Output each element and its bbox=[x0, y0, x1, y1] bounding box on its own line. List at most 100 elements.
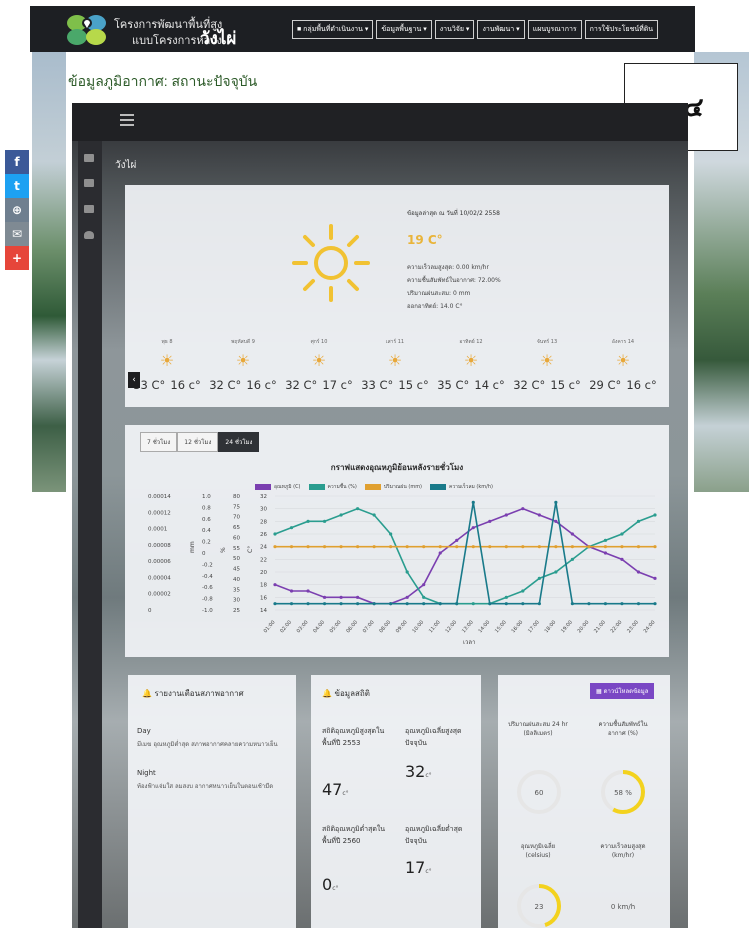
nav-research[interactable]: งานวิจัย ▾ bbox=[434, 20, 475, 39]
axis-tick-label: -0.6 bbox=[202, 585, 213, 591]
nav-basic-data[interactable]: ข้อมูลพื้นฐาน ▾ bbox=[376, 20, 432, 39]
nav-integration-plan[interactable]: แผนบูรณาการ bbox=[527, 20, 582, 39]
x-tick-label: 15:00 bbox=[494, 619, 508, 634]
link-icon[interactable]: ⊕ bbox=[5, 198, 29, 222]
axis-tick-label: 26 bbox=[260, 532, 267, 538]
data-point bbox=[504, 595, 508, 599]
tab-24-hours[interactable]: 24 ชั่วโมง bbox=[218, 432, 260, 452]
axis-title: % bbox=[220, 547, 227, 553]
background-landscape-left bbox=[32, 52, 66, 492]
forecast-day: อาทิตย์ 12 ☀ 35 C° 14 c° bbox=[434, 338, 508, 393]
calendar-icon[interactable] bbox=[84, 205, 94, 213]
data-point bbox=[389, 545, 393, 549]
forecast-low: 17 c° bbox=[322, 378, 353, 392]
axis-tick-label: 75 bbox=[233, 504, 240, 510]
data-point bbox=[356, 507, 360, 511]
data-point bbox=[322, 602, 327, 606]
unit-label: c° bbox=[342, 790, 349, 797]
unit-label: c° bbox=[425, 868, 432, 875]
site-name[interactable]: วังไผ่ bbox=[200, 25, 236, 52]
axis-tick-label: 20 bbox=[260, 570, 267, 576]
axis-tick-label: 70 bbox=[233, 515, 240, 521]
data-point bbox=[537, 545, 541, 549]
page-title: ข้อมูลภูมิอากาศ: สถานะปัจจุบัน bbox=[68, 73, 258, 89]
data-point bbox=[455, 538, 459, 542]
data-point bbox=[322, 519, 327, 523]
data-point bbox=[306, 602, 310, 606]
dashboard-sidebar bbox=[78, 141, 102, 928]
forecast-day: เสาร์ 11 ☀ 33 C° 15 c° bbox=[358, 338, 432, 393]
home-icon[interactable] bbox=[84, 154, 94, 162]
data-point bbox=[273, 532, 277, 536]
data-point bbox=[339, 595, 343, 599]
axis-tick-label: 14 bbox=[260, 608, 267, 614]
stats-title: 🔔 ข้อมูลสถิติ bbox=[322, 689, 370, 698]
forecast-high: 35 C° bbox=[437, 378, 470, 392]
hourly-chart: 0.00014 0.00012 0.0001 0.00008 0.00006 0.0000… bbox=[148, 494, 657, 646]
axis-tick-label: 0.00002 bbox=[148, 592, 171, 598]
data-point bbox=[289, 526, 294, 530]
forecast-day-name: ศุกร์ 10 bbox=[310, 339, 328, 345]
data-point bbox=[339, 545, 343, 549]
carousel-prev-button[interactable]: ‹ bbox=[128, 372, 140, 388]
user-icon[interactable] bbox=[84, 231, 94, 239]
data-point bbox=[455, 602, 459, 606]
download-data-button[interactable]: ▦ ดาวน์โหลดข้อมูล bbox=[590, 683, 655, 699]
nav-area-groups[interactable]: ■ กลุ่มพื้นที่ดำเนินงาน ▾ bbox=[292, 20, 374, 39]
tab-7-hours[interactable]: 7 ชั่วโมง bbox=[140, 432, 178, 452]
twitter-icon[interactable]: t bbox=[5, 174, 29, 198]
forecast-low: 16 c° bbox=[246, 378, 277, 392]
sunny-icon: ☀ bbox=[463, 351, 479, 370]
sunny-icon: ☀ bbox=[235, 351, 251, 370]
forecast-day-name: อาทิตย์ 12 bbox=[459, 339, 483, 345]
x-tick-label: 21:00 bbox=[593, 619, 607, 634]
data-point bbox=[389, 532, 393, 536]
nav-development[interactable]: งานพัฒนา ▾ bbox=[477, 20, 525, 39]
axis-tick-label: 18 bbox=[260, 583, 267, 589]
x-tick-label: 01:00 bbox=[263, 619, 277, 634]
forecast-low: 15 c° bbox=[398, 378, 429, 392]
logo-icon[interactable] bbox=[64, 12, 110, 46]
humidity-text: ความชื้นสัมพัทธ์ในอากาศ: 72.00% bbox=[407, 277, 501, 284]
rain-gauge-value: 60 bbox=[534, 789, 544, 797]
table-icon[interactable] bbox=[84, 179, 94, 187]
forecast-day-name: อังคาร 14 bbox=[611, 339, 635, 345]
min-record-number: 0 bbox=[322, 875, 333, 894]
data-point bbox=[422, 583, 426, 587]
data-point bbox=[587, 602, 591, 606]
forecast-day: ศุกร์ 10 ☀ 32 C° 17 c° bbox=[282, 338, 356, 393]
x-tick-label: 10:00 bbox=[411, 619, 425, 634]
data-point bbox=[603, 551, 608, 555]
data-point bbox=[455, 545, 459, 549]
data-point bbox=[289, 589, 294, 593]
data-point bbox=[339, 513, 343, 517]
wind-gauge-value: 0 km/h bbox=[610, 903, 636, 911]
tab-12-hours[interactable]: 12 ชั่วโมง bbox=[177, 432, 219, 452]
data-point bbox=[438, 545, 442, 549]
last-updated-text: ข้อมูลล่าสุด ณ วันที่ 10/02/2 2558 bbox=[407, 210, 500, 217]
data-point bbox=[306, 519, 310, 523]
data-point bbox=[554, 570, 558, 574]
data-point bbox=[570, 602, 574, 606]
data-point bbox=[488, 602, 492, 606]
data-point bbox=[322, 595, 327, 599]
email-icon[interactable]: ✉ bbox=[5, 222, 29, 246]
nav-land-use[interactable]: การใช้ประโยชน์ที่ดิน bbox=[584, 20, 659, 39]
x-tick-label: 18:00 bbox=[544, 619, 558, 634]
more-share-icon[interactable]: + bbox=[5, 246, 29, 270]
axis-tick-label: 22 bbox=[260, 557, 267, 563]
sunny-icon: ☀ bbox=[311, 351, 327, 370]
data-point bbox=[537, 513, 541, 517]
day-label: Day bbox=[137, 727, 151, 735]
night-forecast-text: ท้องฟ้าแจ่มใส ลมสงบ อากาศหนาวเย็นในตอนเช… bbox=[137, 783, 274, 790]
data-point bbox=[356, 545, 360, 549]
data-point bbox=[554, 500, 558, 504]
max-current-label: อุณหภูมิเฉลี่ยสูงสุดปัจจุบัน bbox=[405, 727, 462, 747]
menu-icon[interactable] bbox=[120, 114, 134, 128]
data-point bbox=[570, 532, 574, 536]
main-nav: ■ กลุ่มพื้นที่ดำเนินงาน ▾ ข้อมูลพื้นฐาน … bbox=[292, 20, 659, 39]
dashboard-topbar bbox=[72, 103, 688, 141]
data-point bbox=[653, 513, 657, 517]
forecast-high: 32 C° bbox=[209, 378, 242, 392]
facebook-icon[interactable]: f bbox=[5, 150, 29, 174]
